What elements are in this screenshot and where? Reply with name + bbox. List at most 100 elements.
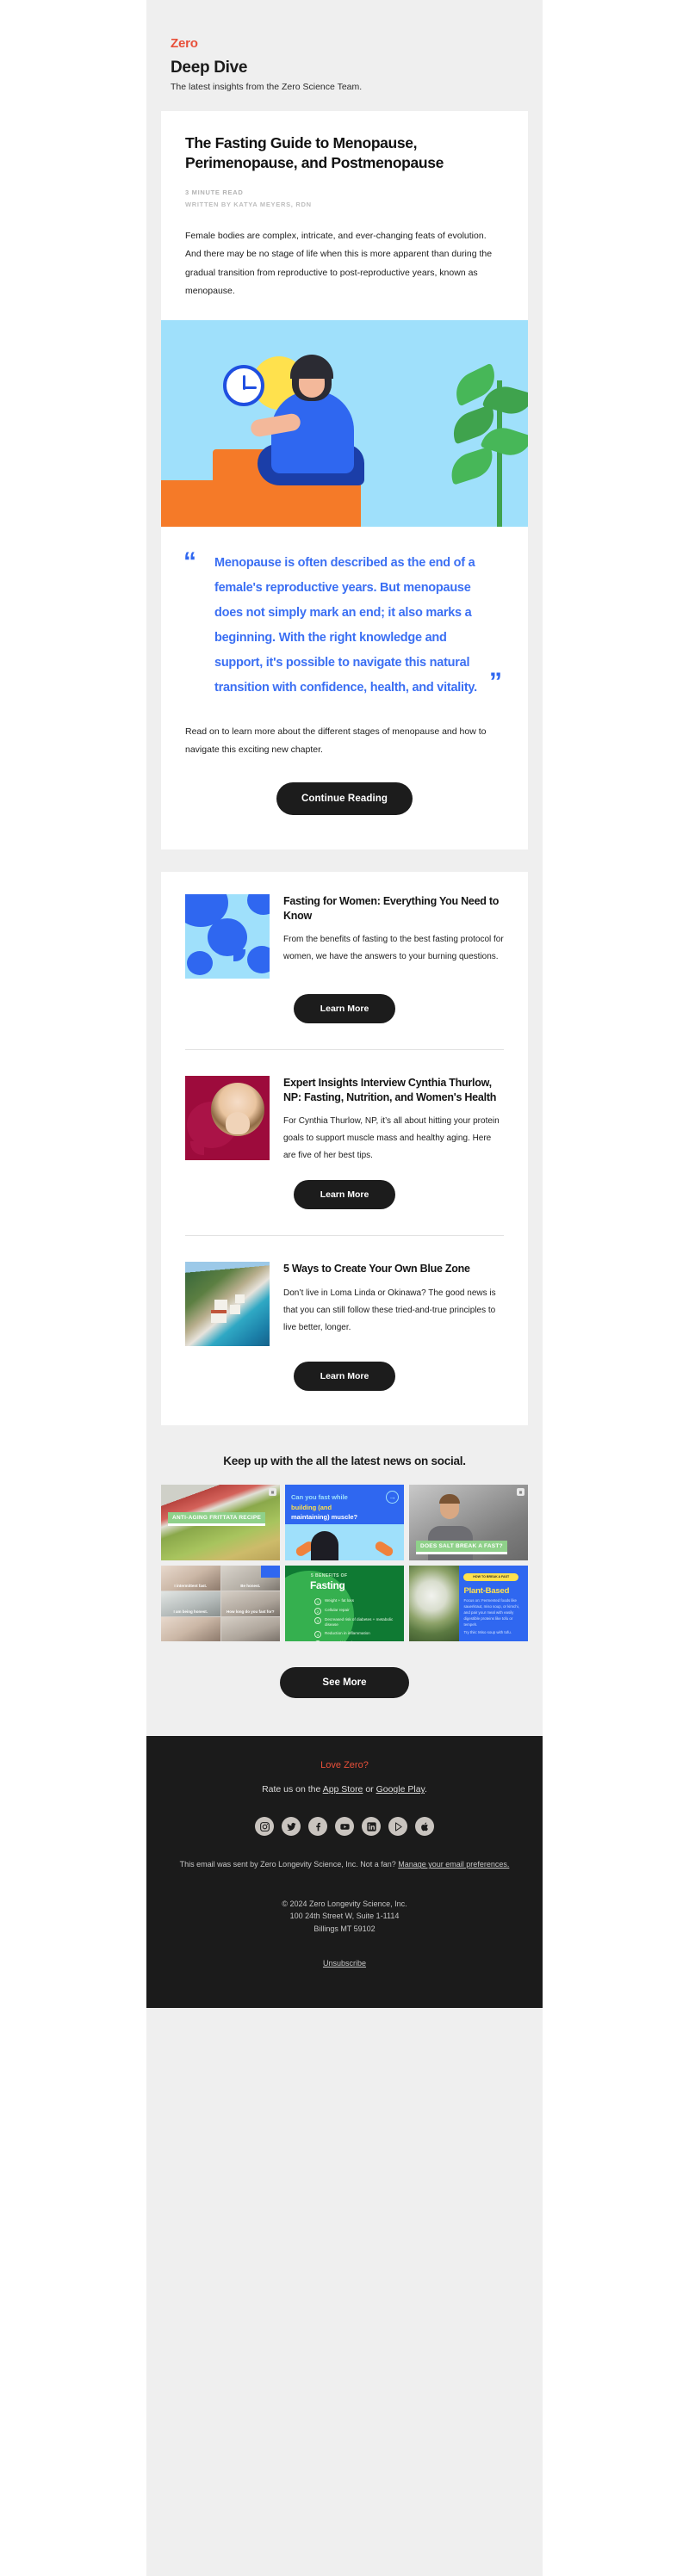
article-text-1: Fasting for Women: Everything You Need t… [283, 894, 504, 979]
social-tile-meme[interactable]: I intermittent fast. Be honest. I am bei… [161, 1566, 280, 1642]
rate-us-line: Rate us on the App Store or Google Play. [176, 1784, 513, 1795]
person-hair [439, 1494, 460, 1504]
social-icons-row [176, 1817, 513, 1837]
feature-title: The Fasting Guide to Menopause, Perimeno… [185, 134, 444, 172]
benefits-title: Fasting [310, 1579, 345, 1592]
article-thumbnail-3[interactable] [185, 1262, 270, 1347]
plant-based-title: Plant-Based [463, 1586, 510, 1597]
learn-more-button-2[interactable]: Learn More [294, 1180, 395, 1210]
linkedin-icon[interactable] [362, 1817, 381, 1837]
benefits-list: 1 Weight + fat loss 2 Cellular repair 3 Dec… [314, 1598, 400, 1642]
learn-more-button-1[interactable]: Learn More [294, 993, 395, 1023]
meme-cell: Be honest. [220, 1566, 280, 1591]
google-play-icon[interactable] [388, 1817, 407, 1837]
benefit-number: 2 [314, 1608, 321, 1615]
meme-cell: I am being honest. [161, 1591, 220, 1616]
article-text-2: Expert Insights Interview Cynthia Thurlo… [283, 1076, 504, 1165]
list-item: Expert Insights Interview Cynthia Thurlo… [161, 1075, 528, 1165]
feature-card: The Fasting Guide to Menopause, Perimeno… [161, 111, 528, 320]
rate-mid: or [363, 1784, 376, 1795]
avatar [211, 1082, 264, 1136]
social-question: Can you fast while building (and maintai… [291, 1492, 380, 1522]
meme-cell: I intermittent fast. [161, 1566, 220, 1591]
house-shape [230, 1305, 240, 1315]
benefit-number: 4 [314, 1630, 321, 1638]
food-photo [409, 1566, 459, 1642]
bubble-shape [247, 945, 270, 973]
benefit-label: Cellular repair [325, 1608, 350, 1613]
meme-cell: How long do you fast for? [220, 1591, 280, 1616]
feature-intro: Female bodies are complex, intricate, an… [185, 230, 493, 297]
section-gap [146, 849, 543, 872]
benefit-label: Reduction in inflammation [325, 1630, 370, 1635]
meme-caption: I am being honest. [173, 1609, 208, 1614]
manage-preferences-link[interactable]: Manage your email preferences. [398, 1860, 509, 1869]
benefit-item: 5 Improved blood pressure [314, 1640, 400, 1642]
address-block: © 2024 Zero Longevity Science, Inc. 100 … [176, 1898, 513, 1937]
bubble-shape [247, 893, 270, 915]
sent-prefix: This email was sent by Zero Longevity Sc… [179, 1860, 399, 1869]
figure-shape [311, 1531, 338, 1561]
social-tile-benefits[interactable]: 5 BENEFITS OF Fasting 1 Weight + fat loss… [285, 1566, 404, 1642]
house-shape [235, 1294, 245, 1304]
twitter-icon[interactable] [282, 1817, 301, 1837]
address-line-2: Billings MT 59102 [313, 1924, 376, 1934]
feature-outro: Read on to learn more about the differen… [185, 726, 487, 756]
author-byline: WRITTEN BY KATYA MEYERS, RDN [185, 201, 312, 209]
carousel-badge: ▦ [517, 1488, 525, 1497]
see-more-button[interactable]: See More [280, 1667, 409, 1699]
address-line-1: 100 24th Street W, Suite 1-1114 [289, 1912, 400, 1921]
masthead: Zero Deep Dive The latest insights from … [146, 0, 543, 111]
email-footer: Love Zero? Rate us on the App Store or G… [146, 1736, 543, 2009]
newsletter-subtitle: The latest insights from the Zero Scienc… [171, 82, 363, 92]
benefit-item: 4 Reduction in inflammation [314, 1630, 400, 1638]
feature-header: The Fasting Guide to Menopause, Perimeno… [161, 111, 528, 320]
quote-close-icon: ” [489, 667, 502, 696]
roof-shape [211, 1310, 227, 1314]
learn-more-button-3[interactable]: Learn More [294, 1362, 395, 1392]
bubble-shape [187, 950, 213, 975]
instagram-icon[interactable] [255, 1817, 274, 1837]
benefits-kicker: 5 BENEFITS OF [311, 1573, 348, 1579]
social-tile-muscle[interactable]: Can you fast while building (and maintai… [285, 1485, 404, 1561]
facebook-icon[interactable] [308, 1817, 327, 1837]
social-caption: ANTI-AGING FRITTATA RECIPE [168, 1512, 266, 1527]
article-thumbnail-2[interactable] [185, 1075, 270, 1160]
copyright-line: © 2024 Zero Longevity Science, Inc. [282, 1899, 407, 1908]
brand-logo[interactable]: Zero [171, 36, 518, 51]
benefit-label: Weight + fat loss [325, 1598, 355, 1603]
meme-cell [220, 1616, 280, 1642]
article-thumbnail-1[interactable] [185, 893, 270, 979]
app-store-link[interactable]: App Store [323, 1784, 363, 1795]
read-time: 3 MINUTE READ [185, 188, 244, 197]
meme-cell [161, 1616, 220, 1642]
feature-card-lower: “ Menopause is often described as the en… [161, 526, 528, 849]
bubble-shape [208, 917, 247, 961]
question-line-2: building (and [291, 1503, 332, 1511]
how-to-pill: HOW TO BREAK A FAST [463, 1573, 518, 1582]
card-spacer [161, 815, 528, 849]
hero-floor [161, 479, 361, 527]
benefit-item: 3 Decreased risk of diabetes + metabolic … [314, 1617, 400, 1628]
unsubscribe-link[interactable]: Unsubscribe [323, 1959, 366, 1968]
article-body: Don’t live in Loma Linda or Okinawa? The… [283, 1288, 496, 1333]
continue-reading-button[interactable]: Continue Reading [276, 781, 413, 815]
article-text-3: 5 Ways to Create Your Own Blue Zone Don’… [283, 1262, 504, 1346]
arrow-right-icon[interactable]: → [386, 1491, 399, 1504]
pull-quote: “ Menopause is often described as the en… [161, 527, 528, 707]
blue-marker [261, 1566, 280, 1578]
apple-icon[interactable] [415, 1817, 434, 1837]
google-play-link[interactable]: Google Play [376, 1784, 425, 1795]
love-zero-text: Love Zero? [320, 1760, 369, 1771]
article-title: 5 Ways to Create Your Own Blue Zone [283, 1263, 470, 1276]
list-item: Fasting for Women: Everything You Need t… [161, 893, 528, 979]
social-tile-frittata[interactable]: ▦ ANTI-AGING FRITTATA RECIPE [161, 1485, 280, 1561]
newsletter-title: Deep Dive [171, 59, 248, 77]
social-tile-plant-based[interactable]: HOW TO BREAK A FAST Plant-Based Focus on… [409, 1566, 528, 1642]
list-divider [185, 1235, 504, 1237]
social-tile-salt[interactable]: ▦ DOES SALT BREAK A FAST? [409, 1485, 528, 1561]
benefit-item: 2 Cellular repair [314, 1608, 400, 1615]
youtube-icon[interactable] [335, 1817, 354, 1837]
article-title: Fasting for Women: Everything You Need t… [283, 894, 500, 922]
rate-suffix: . [425, 1784, 427, 1795]
